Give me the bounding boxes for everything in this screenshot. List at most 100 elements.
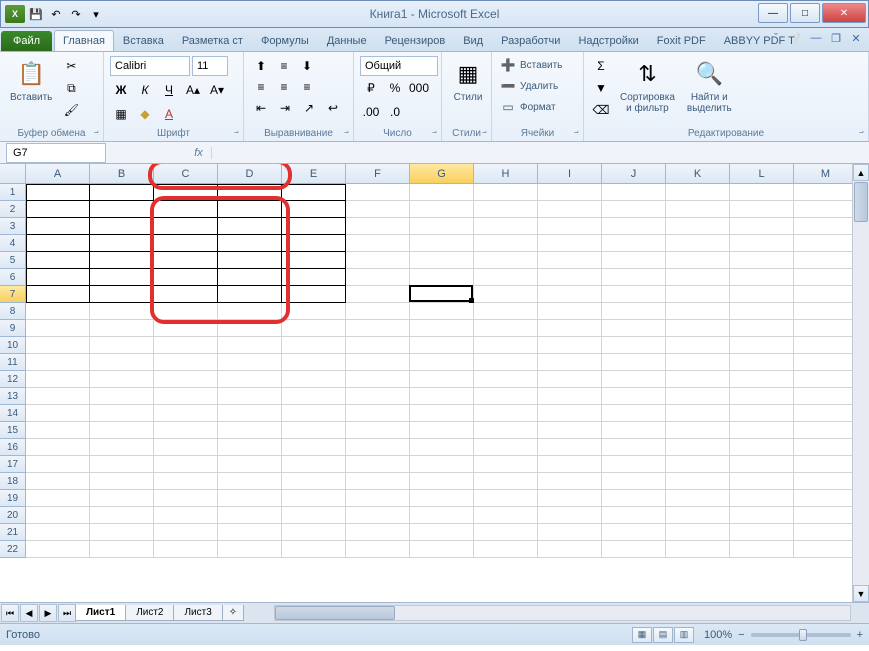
cell-H1[interactable]	[474, 184, 538, 201]
cell-E10[interactable]	[282, 337, 346, 354]
view-normal-button[interactable]: ▦	[632, 627, 652, 643]
align-right-button[interactable]: ≡	[296, 77, 318, 97]
tab-developer[interactable]: Разработчи	[492, 30, 569, 51]
cell-K14[interactable]	[666, 405, 730, 422]
cell-L22[interactable]	[730, 541, 794, 558]
redo-icon[interactable]: ↷	[67, 5, 85, 23]
cell-G7[interactable]	[410, 286, 474, 303]
row-header-19[interactable]: 19	[0, 490, 26, 507]
row-header-12[interactable]: 12	[0, 371, 26, 388]
cell-B2[interactable]	[90, 201, 154, 218]
cell-J13[interactable]	[602, 388, 666, 405]
cell-D14[interactable]	[218, 405, 282, 422]
save-icon[interactable]: 💾	[27, 5, 45, 23]
cell-A18[interactable]	[26, 473, 90, 490]
cell-K7[interactable]	[666, 286, 730, 303]
cell-I18[interactable]	[538, 473, 602, 490]
row-header-6[interactable]: 6	[0, 269, 26, 286]
cell-L11[interactable]	[730, 354, 794, 371]
copy-button[interactable]: ⧉	[60, 78, 82, 98]
cell-A11[interactable]	[26, 354, 90, 371]
cell-F14[interactable]	[346, 405, 410, 422]
font-name-select[interactable]	[110, 56, 190, 76]
cell-H17[interactable]	[474, 456, 538, 473]
tab-addins[interactable]: Надстройки	[569, 30, 647, 51]
cell-L1[interactable]	[730, 184, 794, 201]
cell-H9[interactable]	[474, 320, 538, 337]
vertical-scrollbar[interactable]: ▲ ▼	[852, 164, 869, 602]
increase-indent-button[interactable]: ⇥	[274, 98, 296, 118]
sheet-tab-1[interactable]: Лист1	[75, 605, 126, 621]
cell-D22[interactable]	[218, 541, 282, 558]
cell-B21[interactable]	[90, 524, 154, 541]
cell-E6[interactable]	[282, 269, 346, 286]
cell-L15[interactable]	[730, 422, 794, 439]
col-header-C[interactable]: C	[154, 164, 218, 184]
cell-A12[interactable]	[26, 371, 90, 388]
cell-G11[interactable]	[410, 354, 474, 371]
cell-M17[interactable]	[794, 456, 858, 473]
cell-H18[interactable]	[474, 473, 538, 490]
col-header-D[interactable]: D	[218, 164, 282, 184]
align-middle-button[interactable]: ≡	[273, 56, 295, 76]
delete-cells-button[interactable]: ➖Удалить	[498, 77, 560, 95]
decrease-font-button[interactable]: A▾	[206, 80, 228, 100]
cell-C9[interactable]	[154, 320, 218, 337]
cell-H16[interactable]	[474, 439, 538, 456]
cell-F3[interactable]	[346, 218, 410, 235]
cell-G8[interactable]	[410, 303, 474, 320]
cell-J5[interactable]	[602, 252, 666, 269]
cell-F17[interactable]	[346, 456, 410, 473]
cell-L16[interactable]	[730, 439, 794, 456]
cell-K1[interactable]	[666, 184, 730, 201]
sheet-last-button[interactable]: ⏭	[58, 604, 76, 622]
cell-M1[interactable]	[794, 184, 858, 201]
cell-C17[interactable]	[154, 456, 218, 473]
cell-D8[interactable]	[218, 303, 282, 320]
cells-area[interactable]	[26, 184, 858, 558]
align-top-button[interactable]: ⬆	[250, 56, 272, 76]
tab-formulas[interactable]: Формулы	[252, 30, 318, 51]
cell-D10[interactable]	[218, 337, 282, 354]
cell-J15[interactable]	[602, 422, 666, 439]
cell-C14[interactable]	[154, 405, 218, 422]
col-header-H[interactable]: H	[474, 164, 538, 184]
doc-restore-icon[interactable]: ❐	[829, 31, 843, 45]
sheet-first-button[interactable]: ⏮	[1, 604, 19, 622]
cell-D20[interactable]	[218, 507, 282, 524]
cell-B10[interactable]	[90, 337, 154, 354]
cell-E22[interactable]	[282, 541, 346, 558]
cell-M12[interactable]	[794, 371, 858, 388]
cell-D1[interactable]	[218, 184, 282, 201]
cell-I17[interactable]	[538, 456, 602, 473]
row-header-5[interactable]: 5	[0, 252, 26, 269]
cell-K9[interactable]	[666, 320, 730, 337]
col-header-I[interactable]: I	[538, 164, 602, 184]
percent-button[interactable]: %	[384, 78, 406, 98]
wrap-text-button[interactable]: ↩	[322, 98, 344, 118]
cell-D3[interactable]	[218, 218, 282, 235]
cell-E21[interactable]	[282, 524, 346, 541]
hscroll-thumb[interactable]	[275, 606, 395, 620]
cell-I3[interactable]	[538, 218, 602, 235]
cell-C13[interactable]	[154, 388, 218, 405]
row-header-18[interactable]: 18	[0, 473, 26, 490]
cell-G14[interactable]	[410, 405, 474, 422]
cell-E17[interactable]	[282, 456, 346, 473]
scroll-up-icon[interactable]: ▲	[853, 164, 869, 181]
cell-H15[interactable]	[474, 422, 538, 439]
cell-L6[interactable]	[730, 269, 794, 286]
cell-H7[interactable]	[474, 286, 538, 303]
cell-D13[interactable]	[218, 388, 282, 405]
cell-A22[interactable]	[26, 541, 90, 558]
fx-button[interactable]: fx	[186, 147, 212, 159]
cell-B20[interactable]	[90, 507, 154, 524]
cell-H20[interactable]	[474, 507, 538, 524]
cell-E7[interactable]	[282, 286, 346, 303]
cell-F10[interactable]	[346, 337, 410, 354]
cell-D17[interactable]	[218, 456, 282, 473]
cell-K6[interactable]	[666, 269, 730, 286]
cell-K18[interactable]	[666, 473, 730, 490]
cell-C3[interactable]	[154, 218, 218, 235]
cell-L7[interactable]	[730, 286, 794, 303]
